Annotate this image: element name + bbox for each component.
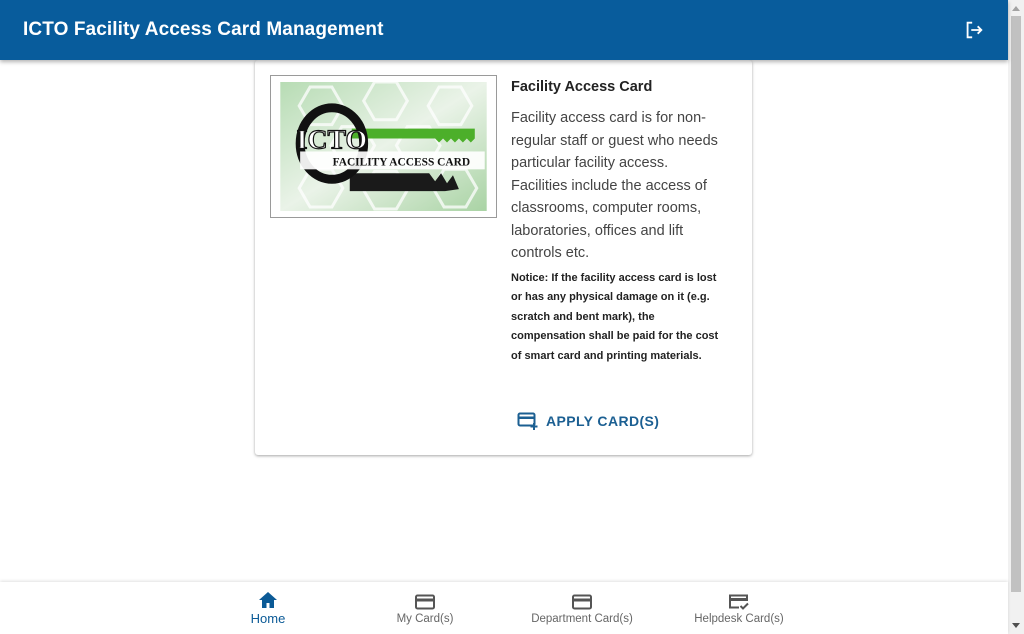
nav-home[interactable]: Home xyxy=(188,582,348,634)
home-icon xyxy=(257,590,279,610)
nav-my-cards-label: My Card(s) xyxy=(396,612,454,625)
facility-access-card-panel: ICTO FACILITY ACCESS CARD Facility Acces… xyxy=(255,60,752,455)
nav-department-cards[interactable]: Department Card(s) xyxy=(502,582,662,634)
apply-cards-button[interactable]: APPLY CARD(S) xyxy=(517,409,659,433)
card-check-icon xyxy=(728,592,750,612)
scroll-up-arrow[interactable] xyxy=(1012,6,1020,11)
credit-card-icon xyxy=(414,592,436,612)
apply-cards-label: APPLY CARD(S) xyxy=(546,413,660,429)
card-notice: Notice: If the facility access card is l… xyxy=(511,271,719,362)
card-body: Facility Access Card Facility access car… xyxy=(511,79,723,366)
nav-helpdesk-cards-label: Helpdesk Card(s) xyxy=(694,612,784,625)
app-title: ICTO Facility Access Card Management xyxy=(23,19,384,40)
app-bar: ICTO Facility Access Card Management xyxy=(0,0,1008,60)
card-title: Facility Access Card xyxy=(511,79,653,95)
scroll-thumb[interactable] xyxy=(1011,16,1021,592)
nav-department-cards-label: Department Card(s) xyxy=(531,612,633,625)
nav-home-label: Home xyxy=(250,611,286,626)
facility-access-card-image: ICTO FACILITY ACCESS CARD xyxy=(280,82,487,211)
card-description: Facility access card is for non-regular … xyxy=(511,110,718,261)
credit-card-icon xyxy=(571,592,593,612)
card-caption-text: FACILITY ACCESS CARD xyxy=(333,156,471,168)
card-image: ICTO FACILITY ACCESS CARD xyxy=(270,75,497,218)
add-card-icon xyxy=(517,412,538,430)
scroll-down-arrow[interactable] xyxy=(1012,623,1020,628)
bottom-navigation: Home My Card(s) Department Card(s) Helpd… xyxy=(0,582,1008,634)
logout-button[interactable] xyxy=(962,18,986,42)
nav-helpdesk-cards[interactable]: Helpdesk Card(s) xyxy=(659,582,819,634)
logout-icon xyxy=(966,21,983,39)
card-logo-text: ICTO xyxy=(297,124,367,155)
nav-my-cards[interactable]: My Card(s) xyxy=(345,582,505,634)
vertical-scrollbar[interactable] xyxy=(1008,0,1024,634)
